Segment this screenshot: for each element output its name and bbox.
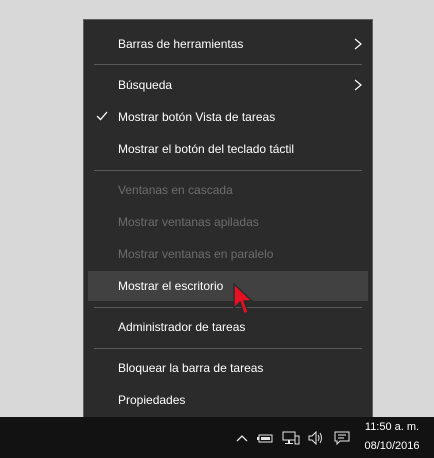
menu-item-label: Mostrar el botón del teclado táctil	[118, 142, 295, 156]
menu-item-side-by-side-windows: Mostrar ventanas en paralelo	[88, 239, 368, 269]
network-icon[interactable]	[282, 430, 300, 446]
menu-item-cascade-windows: Ventanas en cascada	[88, 175, 368, 205]
menu-item-label: Mostrar botón Vista de tareas	[118, 110, 276, 124]
menu-item-show-desktop[interactable]: Mostrar el escritorio	[88, 271, 368, 301]
menu-separator	[94, 348, 362, 349]
mouse-cursor-icon	[233, 283, 253, 315]
menu-item-show-task-view[interactable]: Mostrar botón Vista de tareas	[88, 102, 368, 132]
menu-item-label: Propiedades	[118, 393, 186, 407]
battery-icon[interactable]	[256, 430, 274, 446]
menu-item-search[interactable]: Búsqueda	[88, 70, 368, 100]
menu-item-label: Mostrar ventanas en paralelo	[118, 247, 274, 261]
checkmark-icon	[96, 111, 108, 121]
menu-item-label: Bloquear la barra de tareas	[118, 361, 264, 375]
menu-item-toolbars[interactable]: Barras de herramientas	[88, 29, 368, 59]
menu-item-label: Administrador de tareas	[118, 320, 246, 334]
menu-item-label: Barras de herramientas	[118, 37, 244, 51]
chevron-right-icon	[354, 38, 362, 50]
menu-item-stack-windows: Mostrar ventanas apiladas	[88, 207, 368, 237]
menu-item-label: Búsqueda	[118, 78, 173, 92]
taskbar-context-menu: Barras de herramientas Búsqueda Mostrar …	[83, 19, 373, 424]
menu-item-lock-taskbar[interactable]: Bloquear la barra de tareas	[88, 353, 368, 383]
volume-icon[interactable]	[308, 430, 326, 446]
menu-separator	[94, 307, 362, 308]
system-tray	[236, 430, 350, 446]
menu-item-properties[interactable]: Propiedades	[88, 385, 368, 415]
chevron-up-icon[interactable]	[236, 430, 248, 446]
clock-date: 08/10/2016	[364, 440, 420, 452]
clock-time: 11:50 a. m.	[364, 421, 420, 433]
menu-item-label: Mostrar ventanas apiladas	[118, 215, 259, 229]
menu-separator	[94, 170, 362, 171]
notifications-icon[interactable]	[334, 430, 350, 446]
clock[interactable]: 11:50 a. m. 08/10/2016	[360, 418, 424, 456]
menu-item-label: Mostrar el escritorio	[118, 279, 224, 293]
menu-item-task-manager[interactable]: Administrador de tareas	[88, 312, 368, 342]
menu-item-show-touch-keyboard[interactable]: Mostrar el botón del teclado táctil	[88, 134, 368, 164]
menu-item-label: Ventanas en cascada	[118, 183, 233, 197]
chevron-right-icon	[354, 79, 362, 91]
menu-separator	[94, 64, 362, 65]
